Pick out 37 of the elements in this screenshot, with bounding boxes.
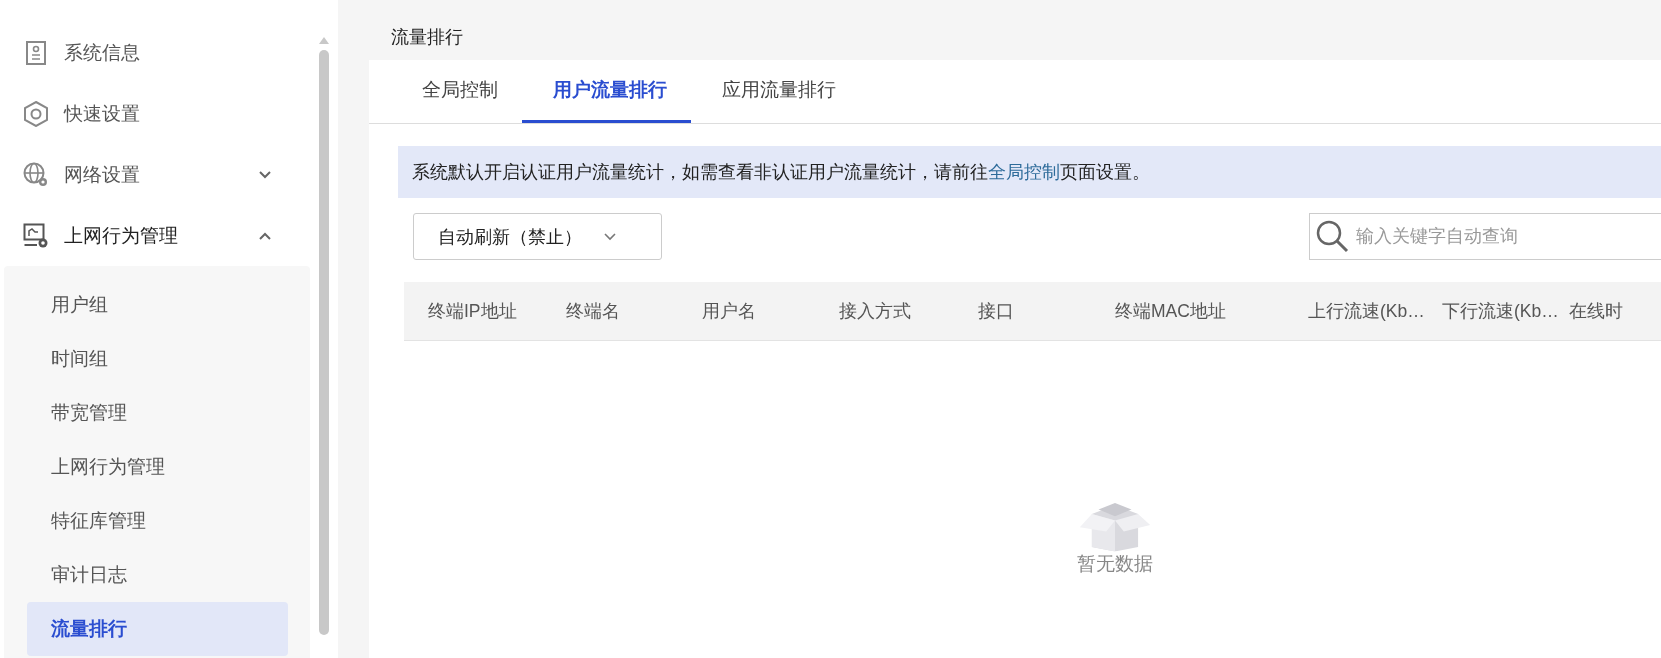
tab[interactable]: 应用流量排行: [691, 60, 860, 123]
column-header: 下行流速(Kb…: [1442, 300, 1560, 323]
submenu-item[interactable]: 特征库管理: [27, 494, 288, 548]
column-header: 终端MAC地址: [1115, 300, 1227, 323]
page-title: 流量排行: [391, 26, 463, 49]
submenu-item[interactable]: 上网行为管理: [27, 440, 288, 494]
tab[interactable]: 用户流量排行: [522, 60, 691, 123]
search-field[interactable]: 输入关键字自动查询: [1309, 213, 1661, 260]
search-icon: [1315, 219, 1349, 253]
empty-text: 暂无数据: [1077, 552, 1153, 576]
menu-item[interactable]: 快速设置: [0, 83, 310, 144]
document-icon: [25, 40, 47, 65]
globe-gear-icon: [23, 161, 49, 188]
auto-refresh-dropdown[interactable]: 自动刷新（禁止）: [413, 213, 662, 260]
scrollbar-thumb[interactable]: [319, 50, 329, 635]
submenu-item[interactable]: 带宽管理: [27, 386, 288, 440]
column-header: 接入方式: [839, 300, 912, 323]
column-header: 终端名: [566, 300, 621, 323]
monitor-gear-icon: [23, 222, 49, 249]
submenu-item[interactable]: 审计日志: [27, 548, 288, 602]
column-header: 上行流速(Kb…: [1308, 300, 1426, 323]
submenu-item[interactable]: 时间组: [27, 332, 288, 386]
submenu-item[interactable]: 流量排行: [27, 602, 288, 656]
column-header: 接口: [978, 300, 1015, 323]
menu-item[interactable]: 系统信息: [0, 22, 310, 83]
tab[interactable]: 全局控制: [391, 60, 522, 123]
menu-item[interactable]: 上网行为管理: [0, 205, 310, 266]
chevron-down-icon: [604, 232, 616, 241]
scroll-up-icon[interactable]: [319, 37, 329, 44]
notice-text: 系统默认开启认证用户流量统计，如需查看非认证用户流量统计，请前往全局控制页面设置。: [412, 161, 1150, 184]
hexagon-icon: [23, 100, 49, 127]
column-header: 在线时: [1569, 300, 1624, 323]
global-control-link[interactable]: 全局控制: [988, 162, 1060, 182]
submenu-item[interactable]: 用户组: [27, 278, 288, 332]
column-header: 终端IP地址: [428, 300, 518, 323]
menu-item[interactable]: 网络设置: [0, 144, 310, 205]
column-header: 用户名: [702, 300, 757, 323]
